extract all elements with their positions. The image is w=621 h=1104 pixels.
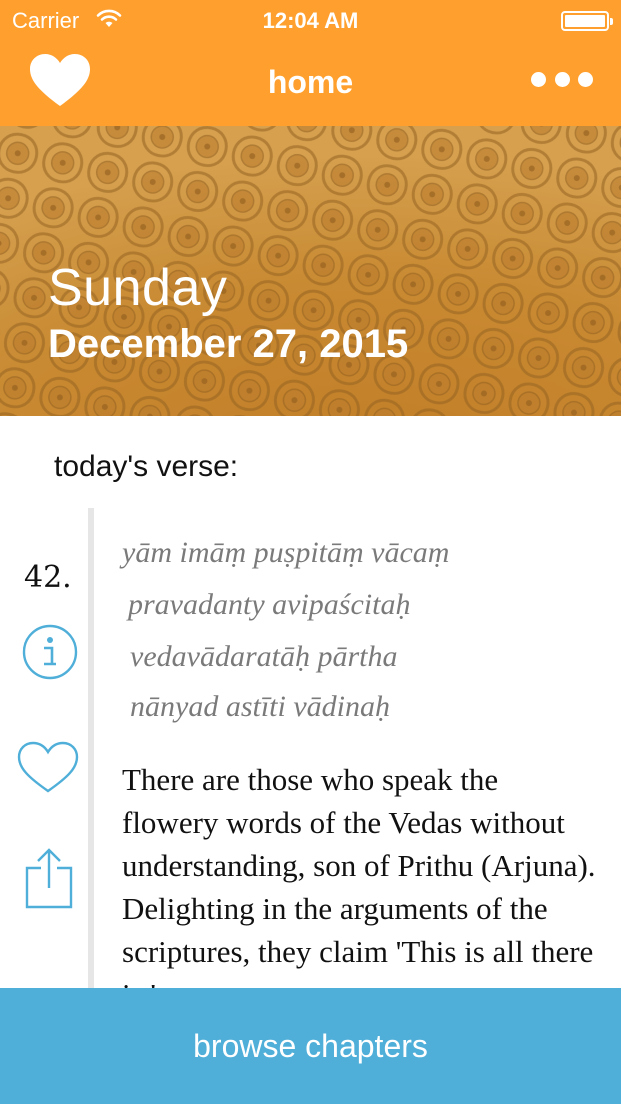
verse-translation: There are those who speak the flowery wo… [122, 762, 596, 988]
browse-chapters-label: browse chapters [193, 1027, 428, 1064]
translation-viewport: There are those who speak the flowery wo… [0, 0, 621, 988]
browse-chapters-button[interactable]: browse chapters [0, 988, 621, 1104]
